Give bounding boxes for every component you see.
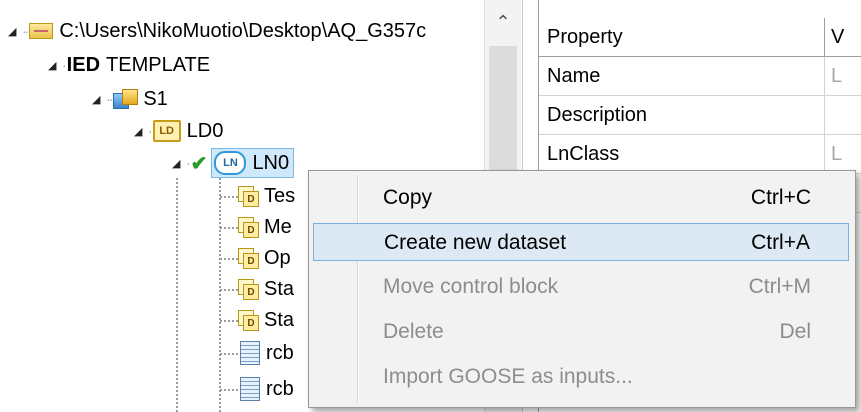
tree-node-label: rcb	[266, 377, 294, 400]
tree-node-dataset[interactable]: D Sta	[220, 272, 294, 306]
menu-item-move-control-block[interactable]: Move control block Ctrl+M	[313, 268, 849, 306]
tree-node-s1[interactable]: ◢ ·· S1	[92, 82, 168, 116]
dataset-icon: D	[238, 310, 259, 331]
value-column-header[interactable]: V	[825, 18, 844, 56]
menu-item-label: Copy	[383, 186, 433, 209]
tree-connector	[220, 227, 238, 229]
property-value[interactable]: L	[825, 135, 842, 173]
tree-node-ln0[interactable]: ◢ · ✔ LN LN0	[172, 146, 295, 180]
menu-item-shortcut: Del	[779, 320, 811, 343]
logical-node-icon: LN	[214, 151, 247, 175]
tree-node-label: Me	[264, 215, 292, 238]
tree-node-ln0-selection[interactable]: LN LN0	[211, 148, 295, 178]
scroll-up-arrow-icon[interactable]: ⌃	[485, 12, 521, 33]
tree-node-report-control[interactable]: rcb	[220, 336, 294, 370]
menu-item-import-goose[interactable]: Import GOOSE as inputs...	[313, 358, 849, 396]
menu-item-shortcut: Ctrl+C	[750, 186, 811, 209]
tree-connector: ·	[62, 57, 66, 73]
tree-connector	[220, 289, 238, 291]
project-file-icon	[29, 23, 54, 39]
tree-node-ld0-label: LD0	[186, 119, 224, 142]
tree-node-label: Sta	[264, 277, 295, 300]
tree-node-dataset[interactable]: D Sta	[220, 303, 294, 337]
menu-item-shortcut: Ctrl+A	[751, 231, 810, 254]
collapse-icon[interactable]: ◢	[134, 125, 146, 138]
collapse-icon[interactable]: ◢	[8, 25, 20, 38]
tree-node-ied-label: TEMPLATE	[106, 53, 211, 76]
property-row[interactable]: Description	[539, 96, 861, 135]
tree-connector: ·	[186, 155, 190, 171]
dataset-icon: D	[238, 279, 259, 300]
property-value[interactable]: L	[825, 57, 842, 95]
property-name: Description	[539, 96, 825, 134]
property-row[interactable]: LnClass L	[539, 135, 861, 174]
report-control-block-icon	[240, 377, 260, 401]
property-value[interactable]	[825, 96, 831, 134]
tree-node-ld0[interactable]: ◢ · LD LD0	[134, 114, 223, 148]
tree-node-root[interactable]: ◢ ·· C:\Users\NikoMuotio\Desktop\AQ_G357…	[8, 14, 426, 48]
tree-connector: ·	[148, 123, 152, 139]
tree-connector	[220, 258, 238, 260]
menu-item-label: Move control block	[383, 275, 559, 298]
menu-item-label: Delete	[383, 320, 444, 343]
menu-item-create-new-dataset[interactable]: Create new dataset Ctrl+A	[313, 223, 849, 261]
tree-node-label: Op	[264, 246, 291, 269]
tree-connector	[220, 353, 238, 355]
menu-item-copy[interactable]: Copy Ctrl+C	[313, 179, 849, 217]
checkmark-icon[interactable]: ✔	[191, 151, 208, 176]
tree-connector: ··	[106, 91, 113, 107]
tree-node-label: rcb	[266, 341, 294, 364]
tree-connector: ··	[22, 23, 29, 39]
context-menu[interactable]: Copy Ctrl+C Create new dataset Ctrl+A Mo…	[308, 170, 856, 408]
tree-node-report-control[interactable]: rcb	[220, 372, 294, 406]
tree-node-s1-label: S1	[143, 87, 168, 110]
menu-item-shortcut: Ctrl+M	[748, 275, 811, 298]
ied-prefix: IED	[66, 53, 101, 76]
collapse-icon[interactable]: ◢	[92, 93, 104, 106]
dataset-icon: D	[238, 186, 259, 207]
collapse-icon[interactable]: ◢	[172, 157, 184, 170]
dataset-icon: D	[238, 217, 259, 238]
tree-connector	[220, 320, 238, 322]
report-control-block-icon	[240, 341, 260, 365]
property-column-header[interactable]: Property	[539, 18, 825, 56]
tree-connector	[220, 196, 238, 198]
tree-node-dataset[interactable]: D Op	[220, 241, 291, 275]
tree-guide-line	[176, 178, 178, 412]
tree-connector	[220, 389, 238, 391]
property-row[interactable]: Name L	[539, 57, 861, 96]
tree-node-ied[interactable]: ◢ · IED TEMPLATE	[48, 48, 210, 82]
dataset-icon: D	[238, 248, 259, 269]
tree-node-ln0-label: LN0	[252, 151, 290, 174]
menu-item-label: Import GOOSE as inputs...	[383, 365, 633, 388]
menu-item-label: Create new dataset	[384, 231, 567, 254]
menu-item-delete[interactable]: Delete Del	[313, 313, 849, 351]
collapse-icon[interactable]: ◢	[48, 59, 60, 72]
property-name: Name	[539, 57, 825, 95]
tree-node-label: Tes	[264, 184, 296, 207]
tree-node-dataset[interactable]: D Me	[220, 210, 292, 244]
property-grid-header: Property V	[539, 18, 861, 57]
logical-device-icon: LD	[152, 120, 181, 142]
tree-node-root-label: C:\Users\NikoMuotio\Desktop\AQ_G357с	[59, 19, 427, 42]
server-icon	[113, 89, 139, 109]
tree-node-label: Sta	[264, 308, 295, 331]
tree-node-dataset[interactable]: D Tes	[220, 179, 295, 213]
property-name: LnClass	[539, 135, 825, 173]
